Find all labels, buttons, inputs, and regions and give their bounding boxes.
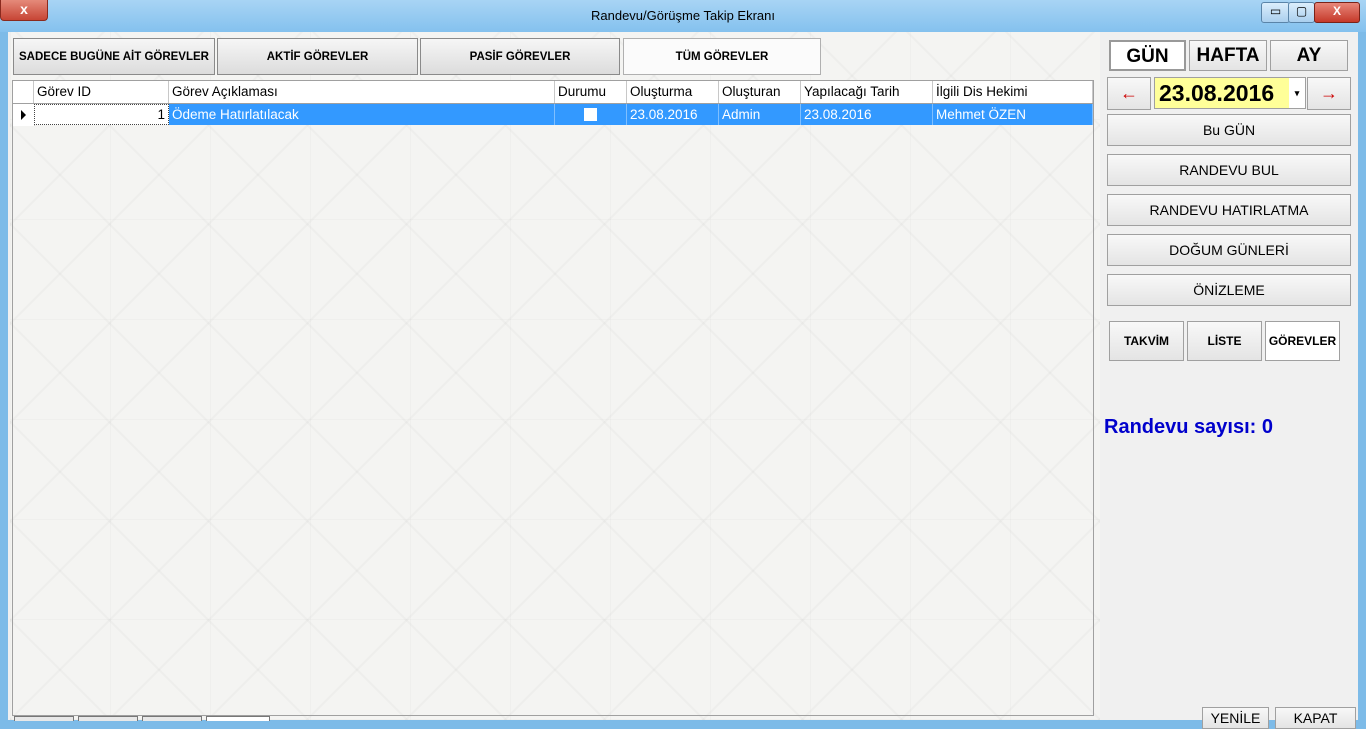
grid-header: Görev ID Görev Açıklaması Durumu Oluştur… [13, 81, 1093, 104]
bottom-tab-strip [14, 716, 274, 721]
birthdays-button[interactable]: DOĞUM GÜNLERİ [1107, 234, 1351, 266]
tab-all-tasks[interactable]: TÜM GÖREVLER [623, 38, 821, 75]
bottom-tab[interactable] [14, 716, 74, 721]
cell-creator[interactable]: Admin [719, 104, 801, 125]
cell-task-id[interactable]: 1 [34, 104, 169, 125]
column-header-status[interactable]: Durumu [555, 81, 627, 103]
cell-dentist[interactable]: Mehmet ÖZEN [933, 104, 1093, 125]
status-checkbox[interactable] [584, 108, 597, 121]
tab-active-tasks[interactable]: AKTİF GÖREVLER [217, 38, 418, 75]
minimize-button[interactable]: ▭ [1261, 2, 1290, 23]
client-area: SADECE BUGÜNE AİT GÖREVLER AKTİF GÖREVLE… [8, 32, 1358, 729]
column-header-task-id[interactable]: Görev ID [34, 81, 169, 103]
appointment-count: Randevu sayısı: 0 [1104, 416, 1273, 438]
list-mode-button[interactable]: LİSTE [1187, 321, 1262, 361]
cell-due-date[interactable]: 23.08.2016 [801, 104, 933, 125]
calendar-mode-button[interactable]: TAKVİM [1109, 321, 1184, 361]
column-header-creator[interactable]: Oluşturan [719, 81, 801, 103]
appointment-reminder-button[interactable]: RANDEVU HATIRLATMA [1107, 194, 1351, 226]
bottom-tab[interactable] [142, 716, 202, 721]
preview-button[interactable]: ÖNİZLEME [1107, 274, 1351, 306]
prev-date-button[interactable]: ← [1107, 77, 1151, 110]
window-title: Randevu/Görüşme Takip Ekranı [590, 8, 776, 23]
cell-status[interactable] [555, 104, 627, 125]
maximize-icon: ▢ [1295, 4, 1308, 18]
tasks-panel: SADECE BUGÜNE AİT GÖREVLER AKTİF GÖREVLE… [10, 32, 1100, 721]
bottom-tab[interactable] [78, 716, 138, 721]
row-header-corner [13, 81, 34, 103]
view-month-button[interactable]: AY [1270, 40, 1348, 71]
view-day-button[interactable]: GÜN [1109, 40, 1186, 71]
maximize-button[interactable]: ▢ [1288, 2, 1315, 23]
next-date-button[interactable]: → [1307, 77, 1351, 110]
column-header-created[interactable]: Oluşturma [627, 81, 719, 103]
tasks-mode-button[interactable]: GÖREVLER [1265, 321, 1340, 361]
date-picker[interactable]: 23.08.2016 ▾ [1154, 77, 1306, 109]
row-selector[interactable] [13, 104, 35, 126]
find-appointment-button[interactable]: RANDEVU BUL [1107, 154, 1351, 186]
title-bar: x Randevu/Görüşme Takip Ekranı ▭ ▢ X [0, 0, 1366, 32]
cell-created[interactable]: 23.08.2016 [627, 104, 719, 125]
today-button[interactable]: Bu GÜN [1107, 114, 1351, 146]
minimize-icon: ▭ [1269, 4, 1282, 18]
right-panel: GÜN HAFTA AY ← 23.08.2016 ▾ → Bu GÜN RAN… [1104, 32, 1358, 729]
arrow-right-icon: → [1320, 83, 1338, 103]
close-button[interactable]: X [1314, 2, 1360, 23]
arrow-left-icon: ← [1120, 83, 1138, 103]
current-row-icon [21, 110, 26, 120]
bottom-tab[interactable] [206, 716, 270, 721]
tab-today-tasks[interactable]: SADECE BUGÜNE AİT GÖREVLER [13, 38, 215, 75]
table-row[interactable]: 1 Ödeme Hatırlatılacak 23.08.2016 Admin … [13, 104, 1093, 126]
tab-passive-tasks[interactable]: PASİF GÖREVLER [420, 38, 620, 75]
tasks-grid: Görev ID Görev Açıklaması Durumu Oluştur… [12, 80, 1094, 716]
chevron-down-icon[interactable]: ▾ [1289, 78, 1305, 108]
column-header-description[interactable]: Görev Açıklaması [169, 81, 555, 103]
date-value: 23.08.2016 [1159, 80, 1275, 106]
close-icon: X [1332, 4, 1341, 18]
cell-description[interactable]: Ödeme Hatırlatılacak [169, 104, 555, 125]
column-header-due-date[interactable]: Yapılacağı Tarih [801, 81, 933, 103]
view-week-button[interactable]: HAFTA [1189, 40, 1267, 71]
column-header-dentist[interactable]: İlgili Dis Hekimi [933, 81, 1093, 103]
